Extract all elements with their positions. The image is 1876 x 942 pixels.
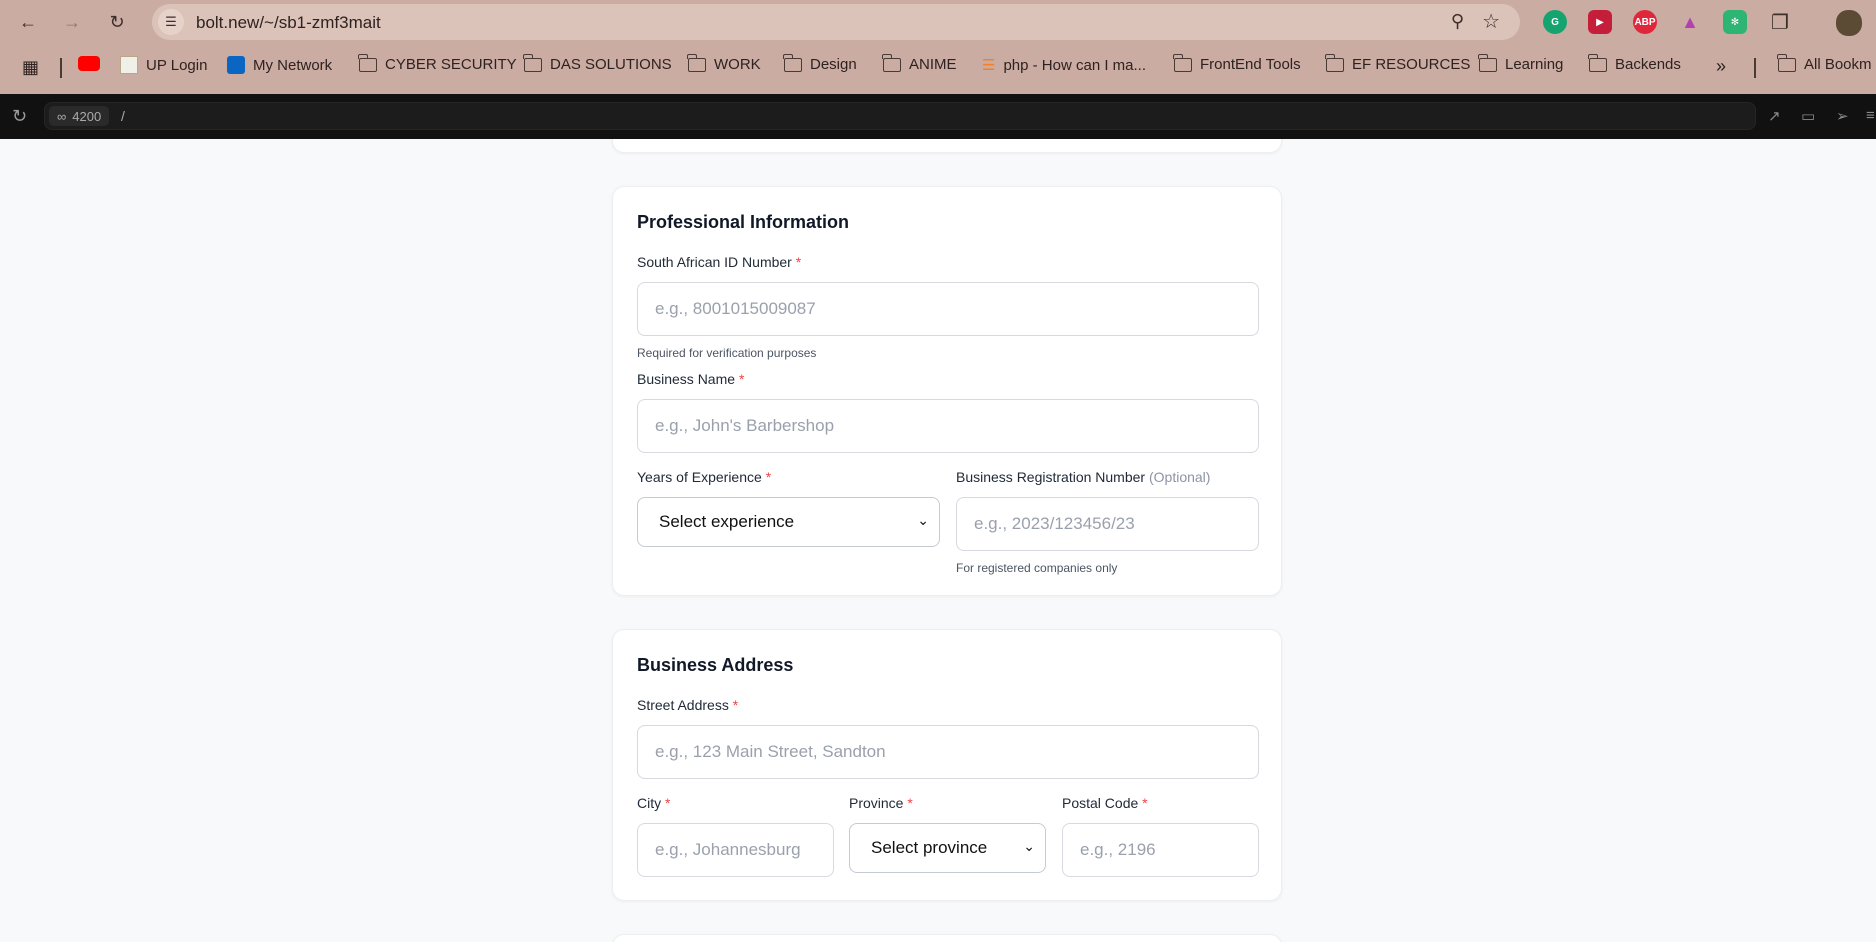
inspect-cursor-icon[interactable]: ➢ <box>1836 107 1849 125</box>
postal-code-label: Postal Code * <box>1062 795 1148 811</box>
site-settings-icon[interactable]: ☰ <box>158 9 184 35</box>
reload-icon[interactable]: ↻ <box>103 8 131 36</box>
bookmark-star-icon[interactable]: ☆ <box>1482 9 1500 34</box>
apps-grid-icon[interactable]: ▦ <box>22 57 39 78</box>
preview-toolbar: ↻ ∞ 4200 / ↗ ▭ ➢ ≡ <box>0 94 1876 139</box>
folder-icon <box>1777 53 1796 72</box>
bookmark-separator <box>1754 58 1756 78</box>
linkedin-icon <box>227 56 245 74</box>
chatgpt-extension-icon[interactable]: ✻ <box>1723 10 1747 34</box>
address-bar[interactable]: ☰ bolt.new/~/sb1-zmf3mait ⚲ ☆ <box>152 4 1520 40</box>
optional-marker: (Optional) <box>1148 469 1211 485</box>
business-address-card: Business Address Street Address * e.g., … <box>612 629 1282 901</box>
required-marker: * <box>738 371 745 387</box>
page-content: Professional Information South African I… <box>0 139 1876 942</box>
bookmarks-bar: ▦ UP Login My Network CYBER SECURITY DAS… <box>0 52 1876 82</box>
bookmark-das-solutions[interactable]: DAS SOLUTIONS <box>523 53 672 73</box>
registration-number-input[interactable]: e.g., 2023/123456/23 <box>956 497 1259 551</box>
required-marker: * <box>1142 795 1148 811</box>
video-extension-icon[interactable]: ▶ <box>1588 10 1612 34</box>
chevron-down-icon: ⌄ <box>1023 838 1035 854</box>
bookmark-my-network[interactable]: My Network <box>227 56 332 74</box>
section-title: Professional Information <box>637 212 850 232</box>
business-name-input[interactable]: e.g., John's Barbershop <box>637 399 1259 453</box>
more-bookmarks-icon[interactable]: » <box>1716 56 1726 77</box>
stackoverflow-icon: ☰ <box>982 57 996 74</box>
angular-devtools-icon[interactable]: ▲ <box>1678 10 1702 34</box>
id-number-help: Required for verification purposes <box>637 346 817 360</box>
next-section-card <box>612 934 1282 942</box>
street-address-input[interactable]: e.g., 123 Main Street, Sandton <box>637 725 1259 779</box>
section-title: Business Address <box>637 655 794 675</box>
folder-icon <box>1173 53 1192 72</box>
folder-icon <box>1588 53 1607 72</box>
up-crest-icon <box>120 56 138 74</box>
folder-icon <box>358 53 377 72</box>
plug-icon: ∞ <box>57 108 67 124</box>
required-marker: * <box>765 469 772 485</box>
experience-label: Years of Experience * <box>637 469 772 485</box>
folder-icon <box>687 53 706 72</box>
youtube-bookmark[interactable] <box>78 56 100 71</box>
chevron-down-icon: ⌄ <box>917 512 929 528</box>
adblock-plus-icon[interactable]: ABP <box>1633 10 1657 34</box>
folder-icon <box>1478 53 1497 72</box>
id-number-label: South African ID Number * <box>637 254 802 270</box>
profile-avatar[interactable] <box>1836 10 1862 36</box>
bookmark-backends[interactable]: Backends <box>1588 53 1681 73</box>
bookmark-separator <box>60 58 62 78</box>
professional-information-card: Professional Information South African I… <box>612 186 1282 596</box>
required-marker: * <box>665 795 671 811</box>
bookmark-frontend-tools[interactable]: FrontEnd Tools <box>1173 53 1301 73</box>
port-badge[interactable]: ∞ 4200 <box>49 106 110 126</box>
browser-chrome: ← → ↻ ☰ bolt.new/~/sb1-zmf3mait ⚲ ☆ G ▶ … <box>0 0 1876 94</box>
folder-icon <box>882 53 901 72</box>
province-select[interactable]: Select province ⌄ <box>849 823 1046 873</box>
zoom-icon[interactable]: ⚲ <box>1451 11 1464 32</box>
bookmark-work[interactable]: WORK <box>687 53 761 73</box>
experience-select[interactable]: Select experience ⌄ <box>637 497 940 547</box>
preview-address-bar[interactable]: ∞ 4200 / <box>44 102 1756 130</box>
back-icon[interactable]: ← <box>14 8 42 36</box>
grammarly-icon[interactable]: G <box>1543 10 1567 34</box>
forward-icon[interactable]: → <box>58 8 86 36</box>
required-marker: * <box>732 697 739 713</box>
bookmark-ef-resources[interactable]: EF RESOURCES <box>1325 53 1470 73</box>
preview-path: / <box>121 108 125 124</box>
folder-icon <box>523 53 542 72</box>
open-external-icon[interactable]: ↗ <box>1768 107 1781 125</box>
bookmark-all-bookmarks[interactable]: All Bookm <box>1777 53 1872 73</box>
bookmark-up-login[interactable]: UP Login <box>120 56 207 74</box>
city-label: City * <box>637 795 671 811</box>
url-text: bolt.new/~/sb1-zmf3mait <box>196 13 381 32</box>
registration-number-help: For registered companies only <box>956 561 1118 575</box>
province-label: Province * <box>849 795 913 811</box>
bookmark-php-question[interactable]: ☰ php - How can I ma... <box>982 56 1146 75</box>
youtube-icon <box>78 56 100 71</box>
preview-reload-icon[interactable]: ↻ <box>12 106 27 127</box>
menu-icon[interactable]: ≡ <box>1866 107 1875 124</box>
bookmark-design[interactable]: Design <box>783 53 857 73</box>
bookmark-learning[interactable]: Learning <box>1478 53 1563 73</box>
required-marker: * <box>795 254 802 270</box>
business-name-label: Business Name * <box>637 371 745 387</box>
id-number-input[interactable]: e.g., 8001015009087 <box>637 282 1259 336</box>
folder-icon <box>1325 53 1344 72</box>
folder-icon <box>783 53 802 72</box>
device-toggle-icon[interactable]: ▭ <box>1801 107 1815 125</box>
previous-section-card <box>612 139 1282 153</box>
required-marker: * <box>907 795 913 811</box>
postal-code-input[interactable]: e.g., 2196 <box>1062 823 1259 877</box>
city-input[interactable]: e.g., Johannesburg <box>637 823 834 877</box>
bookmark-anime[interactable]: ANIME <box>882 53 957 73</box>
registration-number-label: Business Registration Number (Optional) <box>956 469 1211 485</box>
bookmark-cyber-security[interactable]: CYBER SECURITY <box>358 53 517 73</box>
extensions-puzzle-icon[interactable]: ❐ <box>1768 10 1792 34</box>
street-address-label: Street Address * <box>637 697 739 713</box>
